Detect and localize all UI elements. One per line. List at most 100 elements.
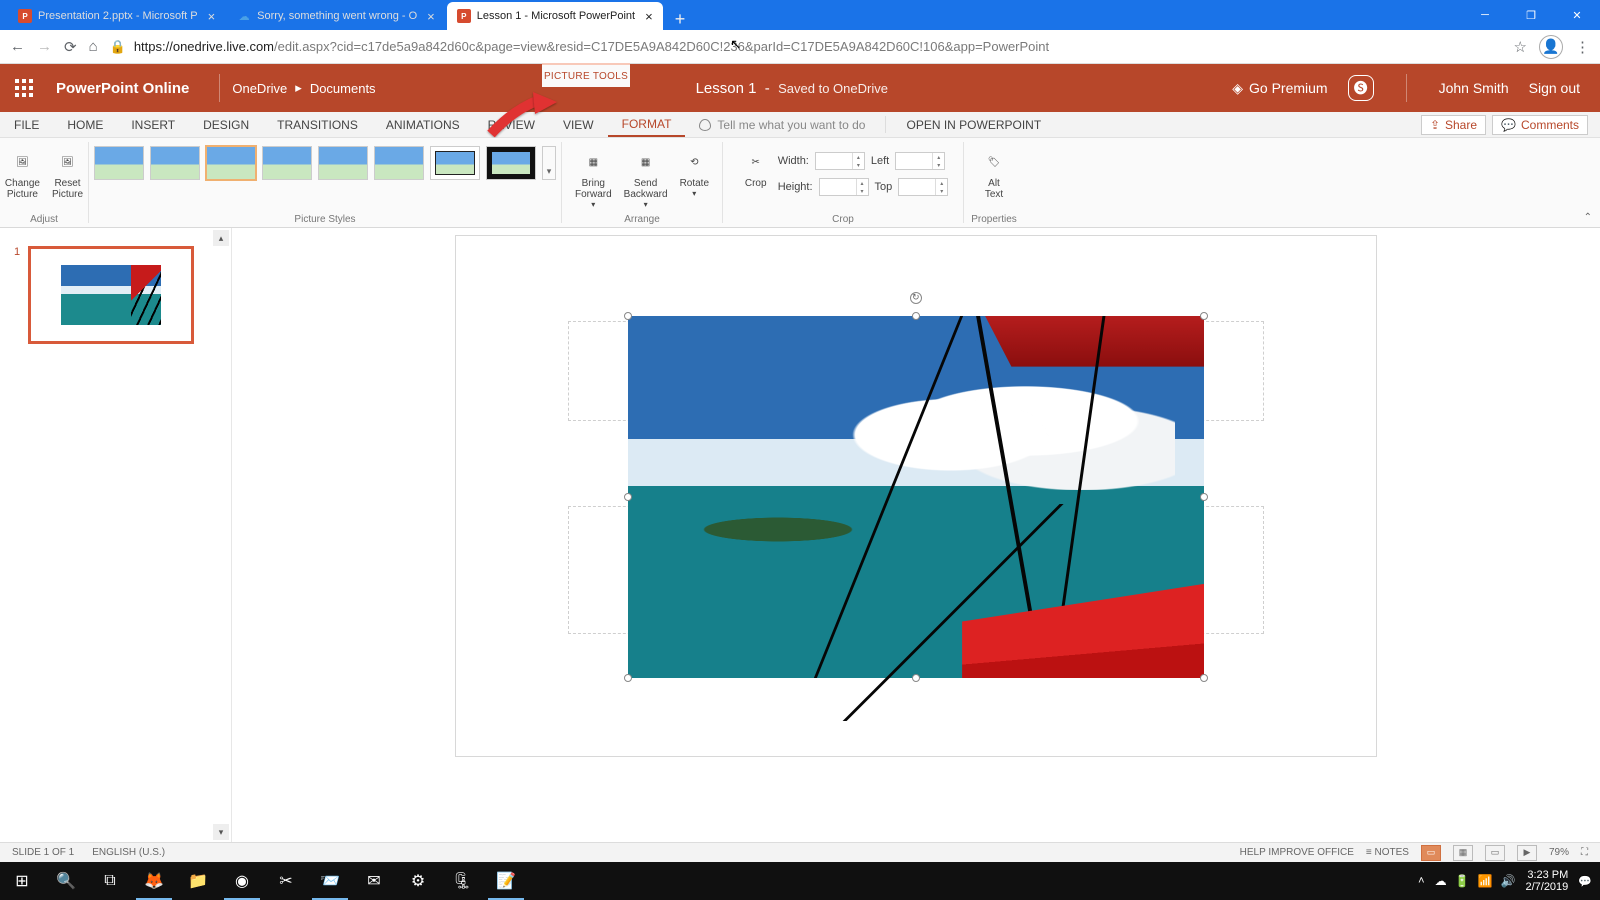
ribbon-tab-insert[interactable]: INSERT [117,112,189,137]
picture-style-option[interactable] [206,146,256,180]
resize-handle[interactable] [1200,312,1208,320]
collapse-ribbon-button[interactable]: ⌃ [1584,212,1592,223]
send-backward-button[interactable]: ▦Send Backward▾ [620,146,672,211]
browser-tab[interactable]: ☁ Sorry, something went wrong - O × [227,2,445,30]
wifi-tray-icon[interactable]: 📶 [1478,874,1493,888]
window-maximize-button[interactable]: ❐ [1508,0,1554,30]
taskbar-snip[interactable]: ✂ [264,862,308,900]
resize-handle[interactable] [912,312,920,320]
zoom-level[interactable]: 79% [1549,847,1569,858]
window-close-button[interactable]: ✕ [1554,0,1600,30]
breadcrumb-item[interactable]: OneDrive [232,81,287,96]
crop-left-input[interactable]: ▴▾ [895,152,945,170]
slide-canvas-area[interactable] [232,228,1600,842]
new-tab-button[interactable]: + [665,9,696,30]
scroll-up-button[interactable]: ▴ [213,230,229,246]
picture-style-option[interactable] [374,146,424,180]
taskbar-firefox[interactable]: 🦊 [132,862,176,900]
document-title[interactable]: Lesson 1 - Saved to OneDrive [696,80,888,97]
picture-style-option[interactable] [486,146,536,180]
user-name[interactable]: John Smith [1439,80,1509,96]
ribbon-tab-transitions[interactable]: TRANSITIONS [263,112,372,137]
alt-text-button[interactable]: 🏷Alt Text [976,146,1012,202]
search-button[interactable]: 🔍 [44,862,88,900]
tray-expand-icon[interactable]: ˄ [1418,875,1424,887]
share-button[interactable]: ⇪Share [1421,115,1486,135]
tell-me-search[interactable]: Tell me what you want to do [685,112,879,137]
slide-sorter-view-button[interactable]: ▦ [1453,845,1473,861]
taskbar-word[interactable]: 📝 [484,862,528,900]
resize-handle[interactable] [1200,674,1208,682]
taskbar-outlook[interactable]: 📨 [308,862,352,900]
profile-avatar-button[interactable]: 👤 [1539,35,1563,59]
open-in-desktop-button[interactable]: OPEN IN POWERPOINT [892,112,1055,137]
close-icon[interactable]: × [645,9,653,24]
resize-handle[interactable] [1200,493,1208,501]
skype-button[interactable]: 🅢 [1348,75,1374,101]
browser-tab-active[interactable]: P Lesson 1 - Microsoft PowerPoint × [447,2,663,30]
reset-picture-button[interactable]: 🖼Reset Picture [48,146,87,202]
ribbon-tab-format[interactable]: FORMAT [608,112,686,137]
language-indicator[interactable]: ENGLISH (U.S.) [92,847,165,858]
selected-picture[interactable] [628,316,1204,678]
volume-tray-icon[interactable]: 🔊 [1501,874,1516,888]
sign-out-link[interactable]: Sign out [1529,80,1580,96]
ribbon-tab-view[interactable]: VIEW [549,112,608,137]
rotation-handle[interactable] [910,292,922,304]
browser-menu-button[interactable]: ⋮ [1575,38,1590,56]
notes-button[interactable]: ≡ NOTES [1366,847,1409,858]
picture-style-option[interactable] [318,146,368,180]
help-improve-link[interactable]: HELP IMPROVE OFFICE [1240,847,1354,858]
ribbon-tab-review[interactable]: REVIEW [474,112,549,137]
notifications-button[interactable]: 💬 [1578,875,1592,888]
breadcrumb-item[interactable]: Documents [310,81,376,96]
slideshow-view-button[interactable]: ▶ [1517,845,1537,861]
scroll-down-button[interactable]: ▾ [213,824,229,840]
ribbon-tab-design[interactable]: DESIGN [189,112,263,137]
slide[interactable] [456,236,1376,756]
battery-tray-icon[interactable]: 🔋 [1455,874,1470,888]
picture-styles-more-button[interactable]: ▾ [542,146,556,180]
ribbon-tab-file[interactable]: FILE [0,112,53,137]
ribbon-tab-home[interactable]: HOME [53,112,117,137]
picture-style-option[interactable] [94,146,144,180]
taskbar-chrome[interactable]: ◉ [220,862,264,900]
url-field[interactable]: 🔒 https://onedrive.live.com/edit.aspx?ci… [110,39,1492,55]
picture-style-option[interactable] [262,146,312,180]
reading-view-button[interactable]: ▭ [1485,845,1505,861]
taskbar-7zip[interactable]: 🗜 [440,862,484,900]
crop-button[interactable]: ✂Crop [738,146,774,191]
resize-handle[interactable] [624,493,632,501]
slide-thumbnail[interactable]: 1 [0,228,231,362]
nav-reload-button[interactable]: ⟳ [64,38,77,56]
start-button[interactable]: ⊞ [0,862,44,900]
close-icon[interactable]: × [208,9,216,24]
go-premium-button[interactable]: ◈Go Premium [1232,80,1327,97]
browser-tab[interactable]: P Presentation 2.pptx - Microsoft P × [8,2,225,30]
nav-back-button[interactable]: ← [10,38,25,55]
nav-home-button[interactable]: ⌂ [89,38,98,55]
rotate-button[interactable]: ⟲Rotate▾ [676,146,713,200]
taskbar-file-explorer[interactable]: 📁 [176,862,220,900]
comments-button[interactable]: 💬Comments [1492,115,1588,135]
taskbar-settings[interactable]: ⚙ [396,862,440,900]
crop-top-input[interactable]: ▴▾ [898,178,948,196]
bring-forward-button[interactable]: ▦Bring Forward▾ [571,146,616,211]
onedrive-tray-icon[interactable]: ☁ [1435,874,1447,888]
crop-height-input[interactable]: ▴▾ [819,178,869,196]
app-launcher-button[interactable] [0,64,48,112]
ribbon-tab-animations[interactable]: ANIMATIONS [372,112,474,137]
taskbar-clock[interactable]: 3:23 PM 2/7/2019 [1525,869,1568,893]
normal-view-button[interactable]: ▭ [1421,845,1441,861]
picture-style-option[interactable] [430,146,480,180]
task-view-button[interactable]: ⧉ [88,862,132,900]
close-icon[interactable]: × [427,9,435,24]
resize-handle[interactable] [624,674,632,682]
bookmark-star-icon[interactable]: ☆ [1514,38,1527,56]
crop-width-input[interactable]: ▴▾ [815,152,865,170]
fit-to-window-button[interactable]: ⛶ [1581,847,1588,858]
window-minimize-button[interactable]: ─ [1462,0,1508,30]
picture-style-option[interactable] [150,146,200,180]
resize-handle[interactable] [624,312,632,320]
resize-handle[interactable] [912,674,920,682]
